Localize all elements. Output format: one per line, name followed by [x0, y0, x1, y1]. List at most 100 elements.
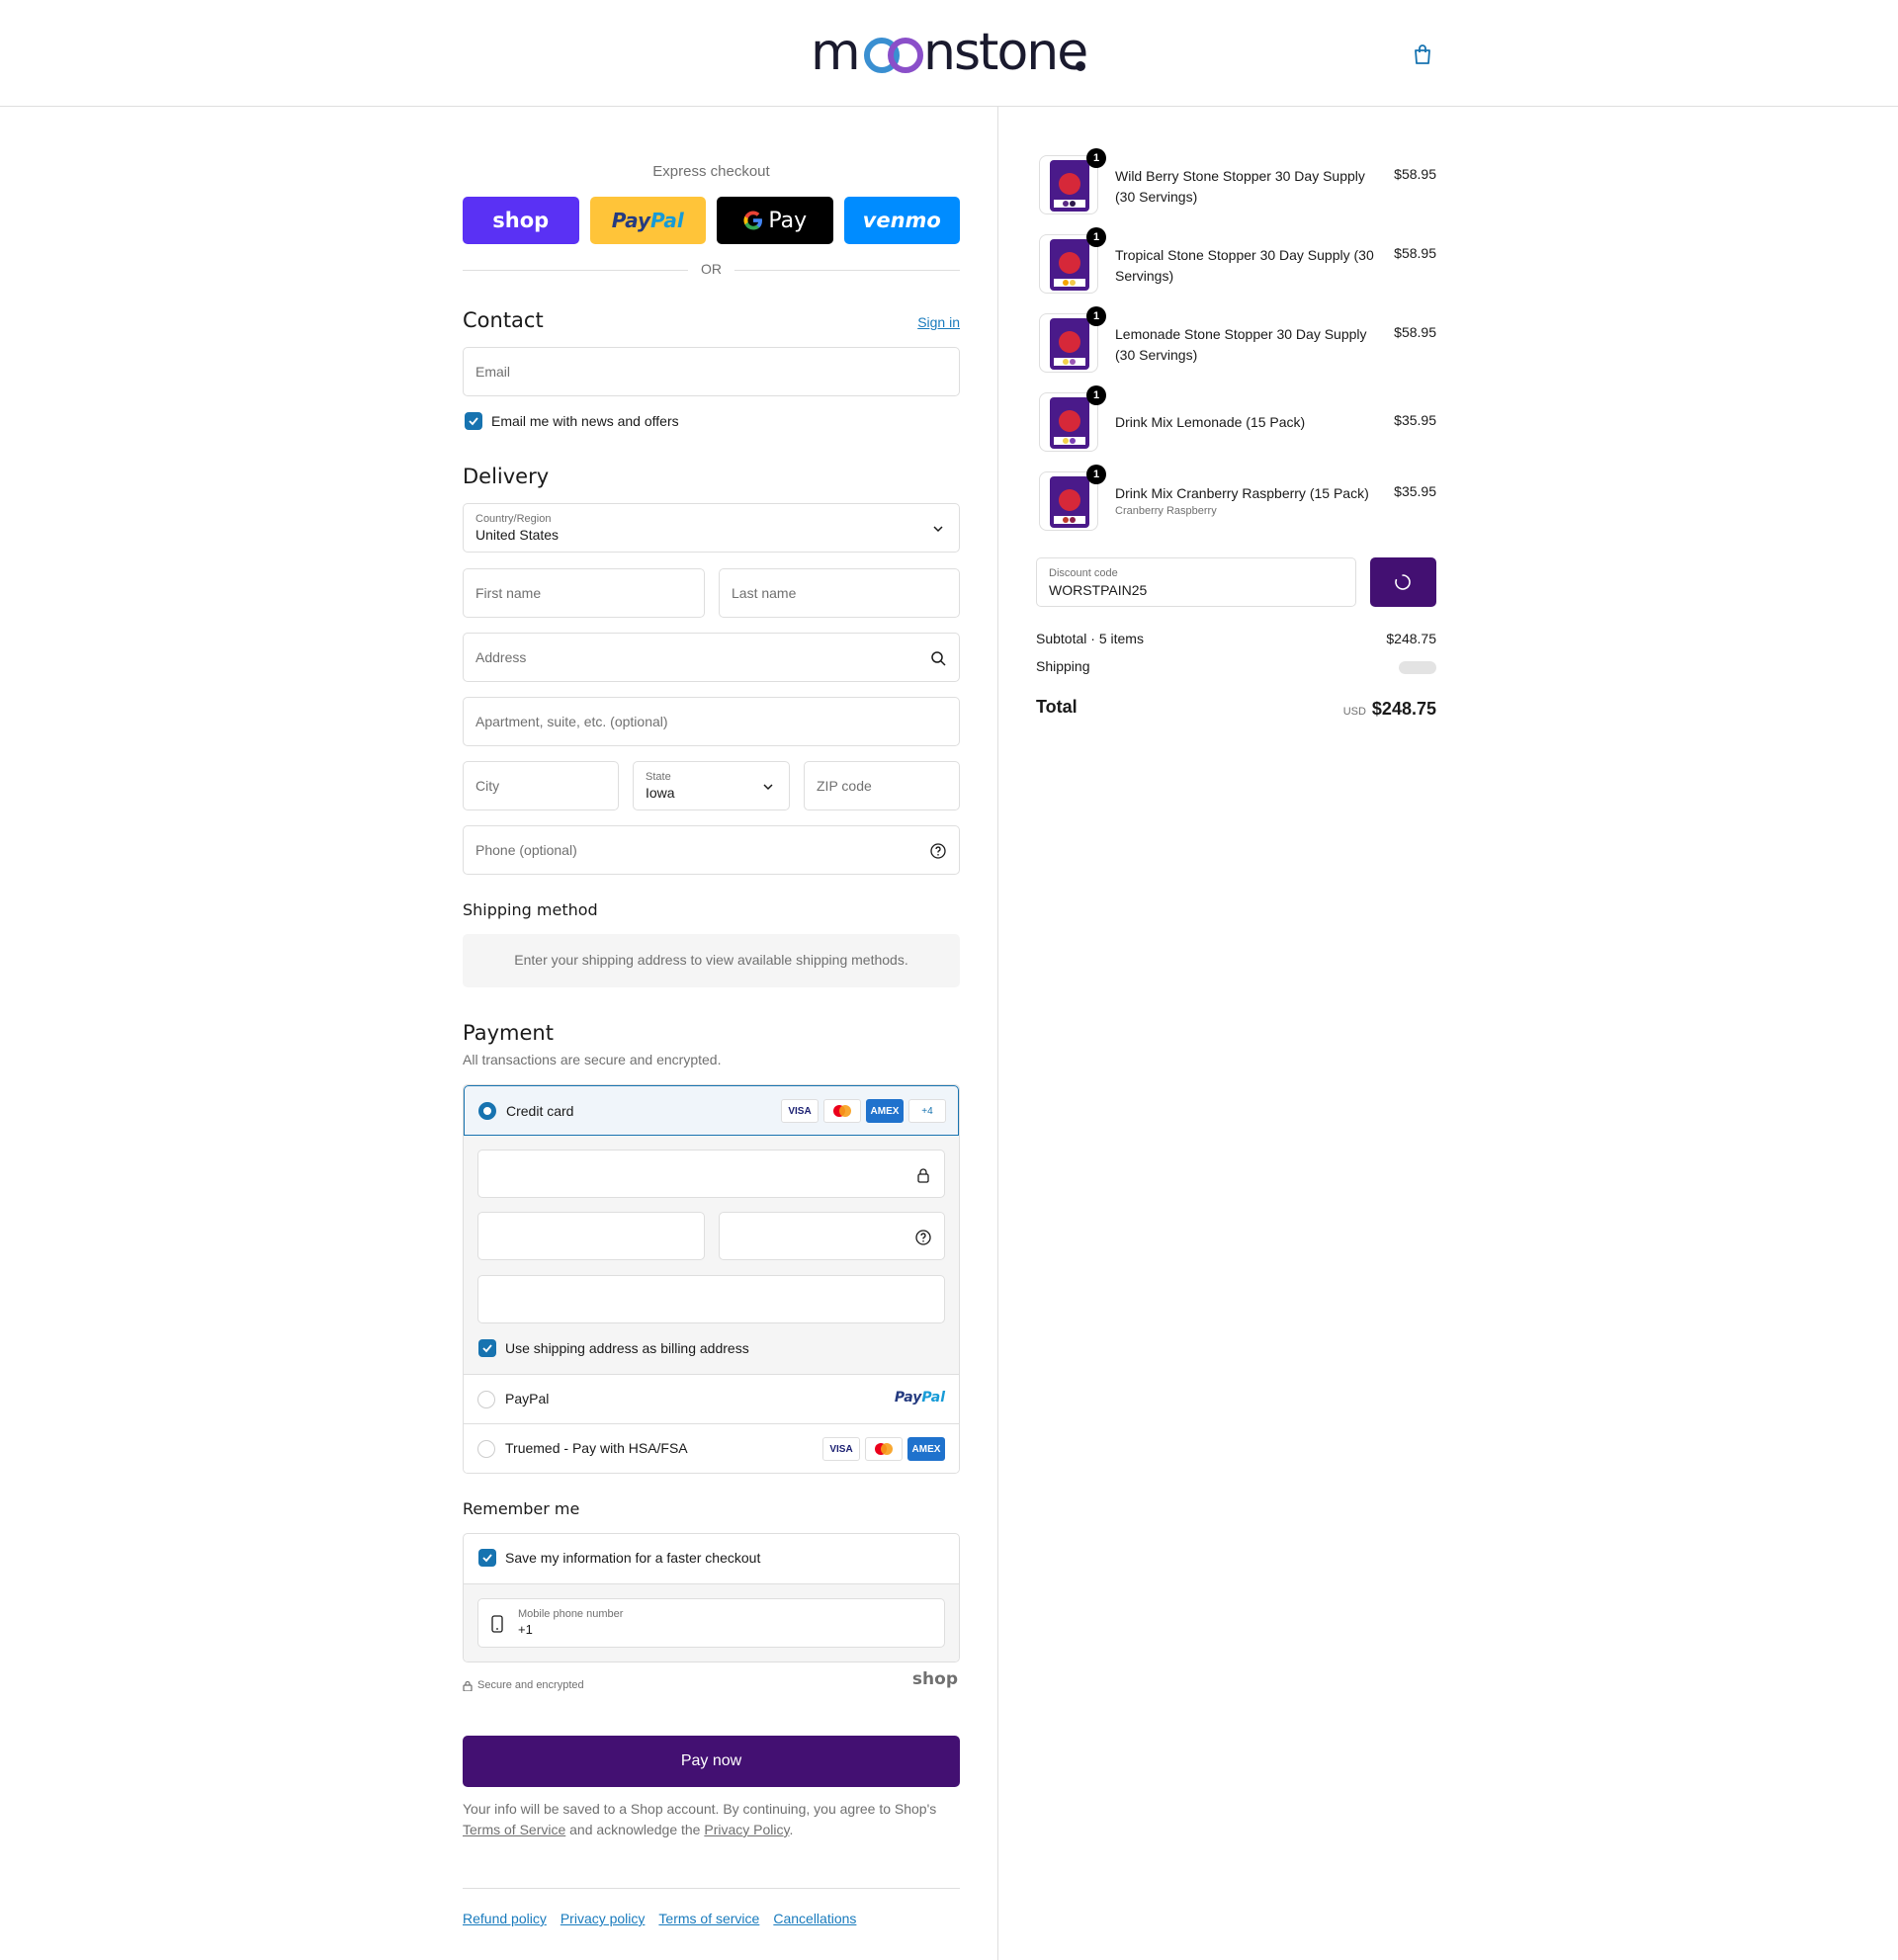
paypal-logo: PayPal	[611, 209, 684, 232]
search-icon	[931, 651, 946, 666]
check-icon	[469, 417, 478, 426]
expiration-field[interactable]	[477, 1212, 705, 1260]
country-select[interactable]: Country/Region United States	[463, 503, 960, 553]
first-name-field[interactable]: First name	[463, 568, 705, 618]
legal-text: Your info will be saved to a Shop accoun…	[463, 1801, 937, 1837]
payment-methods: Credit card VISA AMEX +4 Use shipping ad…	[463, 1084, 960, 1474]
total-row: Total USD $248.75	[1036, 697, 1436, 719]
news-checkbox[interactable]	[465, 412, 482, 430]
credit-card-option[interactable]: Credit card VISA AMEX +4	[464, 1085, 959, 1136]
more-cards-badge: +4	[908, 1099, 946, 1123]
shipping-loading-placeholder	[1399, 661, 1436, 674]
mobile-phone-field[interactable]: Mobile phone number +1	[477, 1598, 945, 1648]
amex-icon: AMEX	[866, 1099, 904, 1123]
mobile-phone-icon	[491, 1615, 503, 1633]
quantity-badge: 1	[1086, 385, 1106, 405]
shipping-row: Shipping	[1036, 658, 1436, 674]
truemed-option[interactable]: Truemed - Pay with HSA/FSA VISA AMEX	[464, 1423, 959, 1473]
item-name: Tropical Stone Stopper 30 Day Supply (30…	[1115, 247, 1374, 284]
paypal-button[interactable]: PayPal	[589, 197, 706, 244]
item-price: $58.95	[1394, 324, 1436, 340]
sign-in-link[interactable]: Sign in	[917, 314, 960, 330]
shop-pay-button[interactable]: shop	[463, 197, 579, 244]
lock-icon	[463, 1680, 473, 1691]
line-item: 1 Drink Mix Cranberry Raspberry (15 Pack…	[1036, 465, 1436, 533]
item-name: Drink Mix Lemonade (15 Pack)	[1115, 414, 1306, 430]
item-price: $58.95	[1394, 245, 1436, 261]
discount-code-field[interactable]: Discount code WORSTPAIN25	[1036, 557, 1356, 607]
privacy-policy-link[interactable]: Privacy Policy	[704, 1822, 789, 1837]
apartment-field[interactable]: Apartment, suite, etc. (optional)	[463, 697, 960, 746]
mastercard-icon	[865, 1437, 903, 1461]
apply-discount-button[interactable]	[1370, 557, 1436, 607]
paypal-logo-icon: PayPal	[894, 1390, 945, 1406]
check-icon	[482, 1344, 492, 1353]
or-divider: OR	[463, 261, 960, 279]
billing-address-checkbox[interactable]	[478, 1339, 496, 1357]
address-field[interactable]: Address	[463, 633, 960, 682]
chevron-down-icon	[763, 784, 773, 791]
remember-me-box: Save my information for a faster checkou…	[463, 1533, 960, 1662]
item-price: $35.95	[1394, 412, 1436, 428]
total-value: $248.75	[1371, 699, 1436, 719]
billing-address-label: Use shipping address as billing address	[505, 1340, 749, 1356]
chevron-down-icon	[933, 526, 943, 533]
city-field[interactable]: City	[463, 761, 619, 810]
terms-of-service-link[interactable]: Terms of Service	[463, 1822, 565, 1837]
line-item: 1 Lemonade Stone Stopper 30 Day Supply (…	[1036, 306, 1436, 375]
delivery-heading: Delivery	[463, 465, 550, 488]
help-icon[interactable]	[929, 842, 947, 860]
visa-icon: VISA	[822, 1437, 860, 1461]
security-code-field[interactable]	[719, 1212, 945, 1260]
truemed-radio[interactable]	[477, 1440, 495, 1458]
credit-card-radio[interactable]	[478, 1102, 496, 1120]
paypal-radio[interactable]	[477, 1391, 495, 1408]
subtotal-row: Subtotal · 5 items $248.75	[1036, 631, 1436, 646]
privacy-policy-footer-link[interactable]: Privacy policy	[561, 1911, 646, 1926]
refund-policy-link[interactable]: Refund policy	[463, 1911, 547, 1926]
help-icon[interactable]	[914, 1229, 932, 1246]
secure-encrypted-label: Secure and encrypted	[477, 1679, 584, 1691]
state-select[interactable]: State Iowa	[633, 761, 790, 810]
line-item: 1 Drink Mix Lemonade (15 Pack) $35.95	[1036, 385, 1436, 454]
svg-text:nstone: nstone	[923, 26, 1086, 77]
check-icon	[482, 1554, 492, 1563]
shopping-bag-icon[interactable]	[1412, 43, 1433, 65]
quantity-badge: 1	[1086, 148, 1106, 168]
item-price: $58.95	[1394, 166, 1436, 182]
venmo-button[interactable]: venmo	[843, 197, 960, 244]
mastercard-icon	[823, 1099, 861, 1123]
lock-icon	[917, 1168, 929, 1183]
item-name: Drink Mix Cranberry Raspberry (15 Pack)	[1115, 485, 1369, 501]
save-info-label: Save my information for a faster checkou…	[505, 1550, 761, 1566]
pay-now-button[interactable]: Pay now	[463, 1736, 960, 1787]
spinner-icon	[1395, 574, 1411, 590]
save-info-checkbox[interactable]	[478, 1549, 496, 1567]
express-checkout-title: Express checkout	[652, 163, 770, 180]
moonstone-logo[interactable]: m nstone	[811, 26, 1087, 77]
contact-heading: Contact	[463, 308, 544, 332]
cancellations-link[interactable]: Cancellations	[773, 1911, 856, 1926]
shipping-method-heading: Shipping method	[463, 900, 598, 919]
email-field[interactable]: Email	[463, 347, 960, 396]
express-checkout-buttons: shop PayPal Pay venmo	[463, 197, 960, 244]
credit-card-form: Use shipping address as billing address	[464, 1136, 959, 1374]
item-name: Wild Berry Stone Stopper 30 Day Supply (…	[1115, 168, 1365, 205]
zip-field[interactable]: ZIP code	[804, 761, 960, 810]
shop-logo: shop	[911, 1669, 958, 1689]
last-name-field[interactable]: Last name	[719, 568, 960, 618]
name-on-card-field[interactable]	[477, 1275, 945, 1323]
footer-links: Refund policy Privacy policy Terms of se…	[463, 1911, 856, 1926]
item-price: $35.95	[1394, 483, 1436, 499]
svg-text:m: m	[811, 26, 859, 77]
item-variant: Cranberry Raspberry	[1115, 505, 1217, 517]
google-pay-button[interactable]: Pay	[717, 197, 833, 244]
paypal-option[interactable]: PayPal PayPal	[464, 1374, 959, 1423]
card-number-field[interactable]	[477, 1150, 945, 1198]
payment-subtitle: All transactions are secure and encrypte…	[463, 1052, 722, 1067]
phone-field[interactable]: Phone (optional)	[463, 825, 960, 875]
header: m nstone	[0, 0, 1898, 107]
line-item: 1 Tropical Stone Stopper 30 Day Supply (…	[1036, 227, 1436, 296]
terms-of-service-footer-link[interactable]: Terms of service	[658, 1911, 759, 1926]
quantity-badge: 1	[1086, 227, 1106, 247]
